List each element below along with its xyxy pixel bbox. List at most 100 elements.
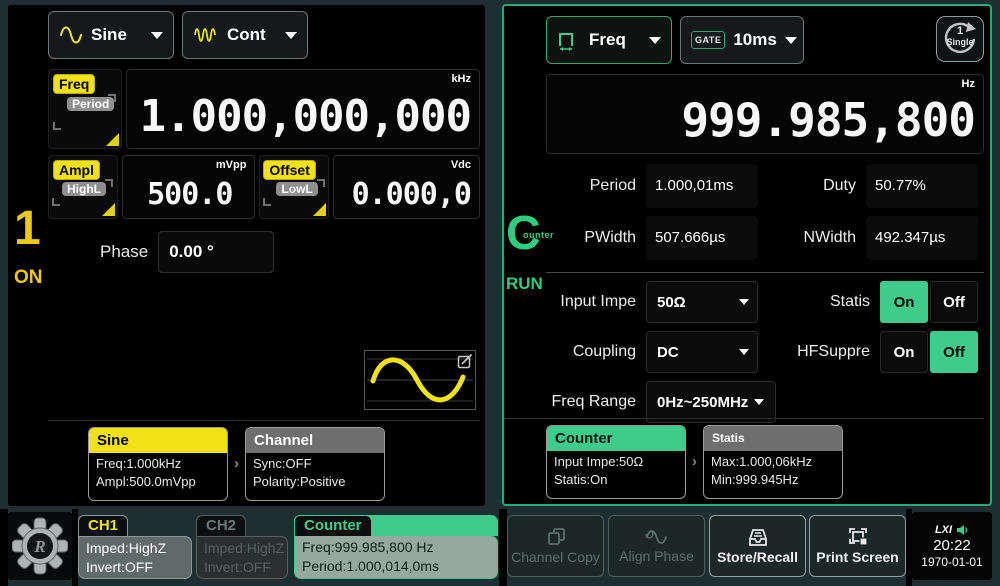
statis-toggle: On Off	[880, 281, 978, 323]
info-line: Ampl:500.0mVpp	[89, 474, 227, 489]
statis-on-button[interactable]: On	[880, 281, 928, 323]
ch1-status-box[interactable]: Imped:HighZ Invert:OFF CH1	[78, 515, 192, 579]
lowl-key-label: LowL	[276, 182, 317, 196]
freq-key-label: Freq	[53, 74, 95, 94]
sine-wave-icon	[59, 26, 83, 44]
freq-range-label: Freq Range	[546, 393, 646, 411]
unit-triangle-icon	[102, 203, 115, 216]
run-state: RUN	[506, 274, 544, 294]
input-impe-label: Input Impe	[546, 293, 646, 311]
freq-range-select[interactable]: 0Hz~250MHz	[646, 381, 776, 423]
ch2-status-box[interactable]: Imped:HighZ Invert:OFF CH2	[196, 515, 288, 579]
function-generator-screen: 1 ON Sine Cont	[0, 0, 1000, 586]
edit-icon[interactable]	[457, 353, 473, 369]
info-line: Polarity:Positive	[246, 474, 384, 489]
counter-line: Freq:999.985,800 Hz	[302, 538, 490, 557]
left-info-strip: Sine Freq:1.000kHz Ampl:500.0mVpp › Chan…	[48, 420, 480, 506]
ch1-line: Invert:OFF	[86, 558, 184, 577]
measure-mode-label: Freq	[589, 30, 626, 50]
frequency-value: 1.000,000,000	[140, 91, 471, 142]
ch2-line: Invert:OFF	[204, 558, 280, 577]
sine-info-title: Sine	[89, 428, 227, 453]
amplitude-unit: mVpp	[216, 159, 247, 171]
ch2-line: Imped:HighZ	[204, 539, 280, 558]
info-separator: ›	[234, 455, 239, 472]
continuous-wave-icon	[193, 25, 219, 45]
corner-bracket	[105, 179, 113, 187]
counter-line: Period:1.000,014,0ms	[302, 557, 490, 576]
counter-panel: ounterC RUN Freq GATE 10ms	[502, 4, 992, 506]
print-screen-button[interactable]: Print Screen	[809, 515, 906, 577]
measure-mode-select[interactable]: Freq	[546, 16, 672, 64]
channel-info-box[interactable]: Channel Sync:OFF Polarity:Positive	[245, 427, 385, 501]
clock-time: 20:22	[933, 537, 971, 554]
statis-off-button[interactable]: Off	[930, 281, 978, 323]
align-phase-button[interactable]: Align Phase	[608, 515, 705, 577]
phase-input[interactable]: 0.00 °	[158, 231, 274, 273]
hfsuppre-label: HFSuppre	[758, 343, 880, 361]
info-line: Input Impe:50Ω	[547, 454, 685, 469]
input-impe-value: 50Ω	[657, 294, 686, 311]
ch2-tab[interactable]: CH2	[196, 515, 246, 536]
offset-lowl-key[interactable]: Offset LowL	[259, 155, 329, 219]
frequency-unit: kHz	[451, 73, 471, 85]
ampl-key-label: Ampl	[53, 160, 100, 180]
hfsuppre-off-button[interactable]: Off	[930, 331, 978, 373]
corner-bracket	[263, 198, 271, 206]
waveform-preview[interactable]	[364, 350, 476, 410]
single-trigger-button[interactable]: 1 Single	[936, 16, 984, 62]
unit-triangle-icon	[106, 133, 119, 146]
channel-copy-button[interactable]: Channel Copy	[507, 515, 604, 577]
section-divider	[546, 272, 984, 273]
store-recall-button[interactable]: Store/Recall	[709, 515, 806, 577]
counter-status-box[interactable]: Freq:999.985,800 Hz Period:1.000,014,0ms…	[294, 515, 498, 579]
amplitude-display[interactable]: mVpp 500.0	[122, 155, 255, 219]
counter-letter: ounterC	[506, 210, 544, 258]
counter-frequency-display: Hz 999.985,800	[546, 74, 984, 154]
freq-range-value: 0Hz~250MHz	[657, 394, 748, 411]
hfsuppre-on-button[interactable]: On	[880, 331, 928, 373]
channel-copy-label: Channel Copy	[511, 549, 600, 565]
clock-date: 1970-01-01	[921, 555, 982, 569]
channel-number: 1	[14, 205, 48, 253]
ampl-highl-key[interactable]: Ampl HighL	[48, 155, 118, 219]
chevron-down-icon	[151, 32, 163, 39]
speaker-icon	[956, 524, 969, 536]
counter-display-value: 999.985,800	[681, 93, 975, 147]
info-line: Freq:1.000kHz	[89, 456, 227, 471]
gate-value: 10ms	[733, 30, 776, 50]
corner-bracket	[53, 122, 61, 130]
screenshot-icon	[847, 527, 869, 547]
chevron-down-icon	[754, 399, 764, 405]
svg-text:Single: Single	[946, 37, 973, 47]
gate-time-select[interactable]: GATE 10ms	[680, 16, 804, 64]
coupling-select[interactable]: DC	[646, 331, 758, 373]
waveform-select[interactable]: Sine	[48, 11, 174, 59]
ch1-tab[interactable]: CH1	[78, 515, 128, 536]
offset-display[interactable]: Vdc 0.000,0	[333, 155, 480, 219]
frequency-display[interactable]: kHz 1.000,000,000	[126, 69, 480, 149]
info-separator: ›	[692, 453, 697, 470]
coupling-label: Coupling	[546, 343, 646, 361]
run-mode-select[interactable]: Cont	[182, 11, 308, 59]
align-phase-label: Align Phase	[619, 548, 694, 564]
counter-tab[interactable]: Counter	[294, 515, 372, 536]
channel1-panel: 1 ON Sine Cont	[8, 5, 485, 506]
freq-period-key[interactable]: Freq Period	[48, 69, 122, 149]
nwidth-label: NWidth	[758, 229, 866, 247]
offset-value: 0.000,0	[352, 177, 471, 212]
lxi-label: LXI	[935, 524, 952, 536]
info-line: Sync:OFF	[246, 456, 384, 471]
input-impe-select[interactable]: 50Ω	[646, 281, 758, 323]
statis-label: Statis	[758, 293, 880, 311]
statis-info-box[interactable]: Statis Max:1.000,06kHz Min:999.945Hz	[703, 425, 843, 499]
copy-icon	[545, 527, 567, 547]
counter-info-box[interactable]: Counter Input Impe:50Ω Statis:On	[546, 425, 686, 499]
chevron-down-icon	[739, 349, 749, 355]
sine-info-box[interactable]: Sine Freq:1.000kHz Ampl:500.0mVpp	[88, 427, 228, 501]
pulse-icon	[557, 28, 581, 52]
chevron-down-icon	[649, 37, 661, 44]
duty-label: Duty	[758, 177, 866, 195]
period-key-label: Period	[67, 97, 114, 111]
pwidth-label: PWidth	[546, 229, 646, 247]
